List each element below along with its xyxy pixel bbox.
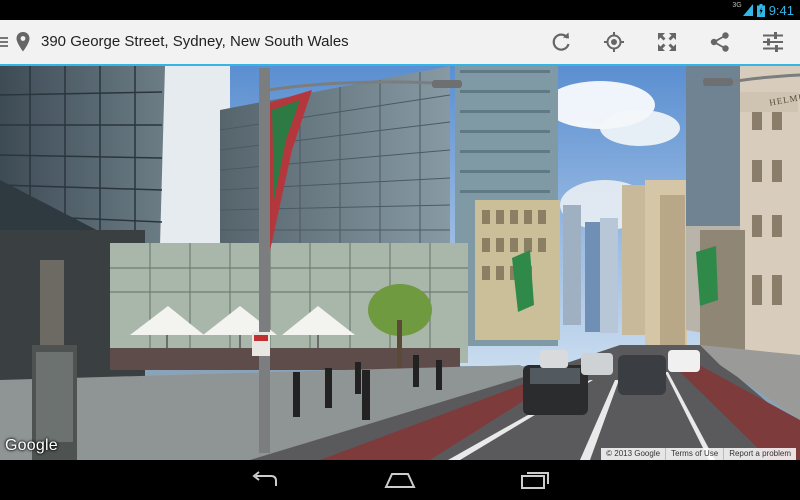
compass-mode-icon	[604, 32, 624, 52]
status-icons: 3G 9:41	[732, 2, 794, 18]
recent-apps-button[interactable]	[519, 468, 551, 492]
network-type: 3G	[732, 2, 742, 9]
menu-icon[interactable]	[0, 36, 9, 48]
fullscreen-icon	[658, 33, 676, 51]
location-pin-icon	[16, 32, 30, 52]
street-view-panorama[interactable]: HELMUT	[0, 66, 800, 460]
share-button[interactable]	[708, 30, 732, 54]
action-bar: 390 George Street, Sydney, New South Wal…	[0, 20, 800, 66]
status-bar: 3G 9:41	[0, 0, 800, 20]
attribution-bar: © 2013 Google Terms of Use Report a prob…	[601, 448, 796, 460]
battery-icon	[756, 3, 765, 17]
report-problem-link[interactable]: Report a problem	[723, 448, 796, 460]
settings-button[interactable]	[761, 30, 785, 54]
copyright-text: © 2013 Google	[606, 449, 661, 458]
recent-apps-icon	[521, 472, 549, 489]
home-icon	[384, 473, 416, 488]
signal-icon	[742, 4, 753, 16]
clock: 9:41	[768, 2, 794, 18]
system-nav-bar	[0, 460, 800, 500]
fullscreen-button[interactable]	[655, 30, 679, 54]
back-icon	[252, 471, 277, 486]
settings-sliders-icon	[763, 32, 783, 52]
street-navigation-area[interactable]	[430, 366, 690, 460]
home-button[interactable]	[384, 468, 416, 492]
share-icon	[710, 32, 729, 52]
address-title: 390 George Street, Sydney, New South Wal…	[41, 33, 349, 50]
street-view-app: 3G 9:41 390 George Street, Sydney, New S…	[0, 0, 800, 500]
refresh-button[interactable]	[549, 30, 573, 54]
refresh-icon	[552, 32, 570, 51]
back-button[interactable]	[249, 468, 281, 492]
google-logo: Google	[5, 437, 58, 454]
compass-mode-button[interactable]	[602, 30, 626, 54]
terms-of-use-link[interactable]: Terms of Use	[665, 448, 723, 460]
